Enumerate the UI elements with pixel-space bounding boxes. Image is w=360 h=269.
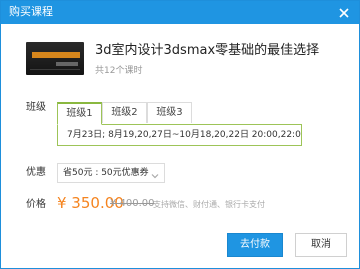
tab-class-3[interactable]: 班级3 bbox=[147, 102, 192, 123]
class-schedule: 7月23日; 8月19,20,27日~10月18,20,22日 20:00,22… bbox=[57, 124, 302, 146]
course-title: 3d室内设计3dsmax零基础的最佳选择 bbox=[95, 43, 320, 58]
tab-class-1[interactable]: 班级1 bbox=[57, 102, 102, 125]
class-label: 班级 bbox=[26, 102, 46, 113]
chevron-down-icon bbox=[151, 169, 159, 179]
price-label: 价格 bbox=[26, 199, 46, 210]
tab-class-2[interactable]: 班级2 bbox=[102, 102, 147, 123]
discount-label: 优惠 bbox=[26, 167, 46, 178]
payment-methods-note: 支持微信、财付通、银行卡支付 bbox=[153, 200, 265, 209]
dialog-titlebar: 购买课程 bbox=[1, 1, 359, 24]
cancel-button[interactable]: 取消 bbox=[295, 233, 347, 257]
original-price: ¥ 400.00 bbox=[110, 198, 155, 209]
coupon-select-value: 省50元 : 50元优惠券 bbox=[63, 168, 149, 178]
close-icon[interactable] bbox=[337, 5, 351, 19]
dialog-title: 购买课程 bbox=[9, 5, 53, 18]
course-thumbnail bbox=[26, 42, 84, 75]
purchase-dialog: 购买课程 3d室内设计3dsmax零基础的最佳选择 共12个课时 班级 班级1 … bbox=[0, 0, 360, 269]
pay-button[interactable]: 去付款 bbox=[227, 233, 283, 257]
coupon-select[interactable]: 省50元 : 50元优惠券 bbox=[57, 163, 165, 183]
course-hours: 共12个课时 bbox=[95, 66, 143, 76]
